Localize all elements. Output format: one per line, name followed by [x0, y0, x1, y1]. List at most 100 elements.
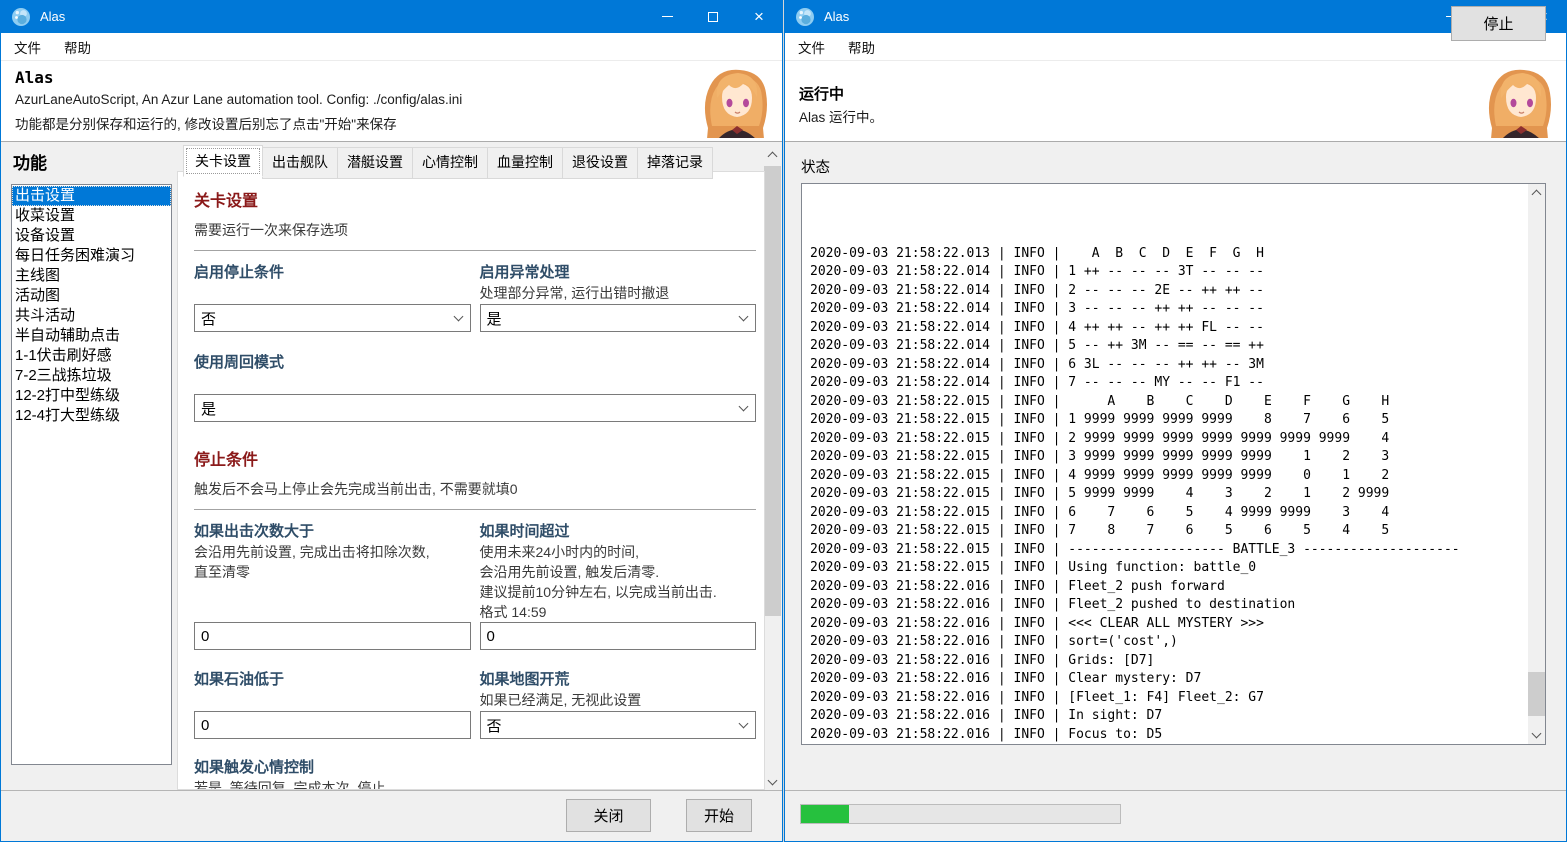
log-line: 2020-09-03 21:58:22.014 | INFO | 7 -- --… — [810, 375, 1264, 390]
enable-stop-select[interactable]: 否 — [194, 304, 471, 332]
log-line: 2020-09-03 21:58:22.016 | INFO | Clear m… — [810, 671, 1202, 686]
sidebar-item[interactable]: 每日任务困难演习 — [12, 246, 171, 266]
titlebar[interactable]: Alas × — [1, 0, 782, 33]
enable-stop-label: 启用停止条件 — [194, 264, 285, 281]
app-title: Alas — [15, 68, 54, 87]
app-header: Alas AzurLaneAutoScript, An Azur Lane au… — [1, 61, 782, 142]
tabbar: 关卡设置 出击舰队 潜艇设置 心情控制 血量控制 退役设置 掉落记录 — [183, 145, 713, 179]
maximize-icon — [708, 11, 718, 22]
panel-scrollbar[interactable] — [764, 146, 781, 791]
menu-file[interactable]: 文件 — [798, 37, 825, 57]
emergency-select[interactable]: 是 — [479, 304, 756, 332]
sidebar-item[interactable]: 12-4打大型练级 — [12, 406, 171, 426]
menu-help[interactable]: 帮助 — [64, 37, 91, 57]
time-over-input[interactable] — [479, 622, 756, 650]
loop-mode-desc — [194, 373, 756, 394]
tab[interactable]: 潜艇设置 — [337, 147, 413, 179]
chevron-down-icon — [738, 718, 749, 728]
tab[interactable]: 掉落记录 — [637, 147, 713, 179]
scrollbar-thumb[interactable] — [1528, 672, 1545, 716]
oil-low-desc — [194, 690, 471, 711]
close-button[interactable]: × — [736, 0, 782, 33]
minimize-icon — [661, 16, 673, 17]
section-title: 关卡设置 — [194, 193, 259, 210]
oil-low-input[interactable] — [194, 711, 471, 739]
mood-ctrl-desc: 若是, 等待回复, 完成本次, 停止 — [194, 780, 386, 790]
sidebar-item[interactable]: 主线图 — [12, 266, 171, 286]
start-button[interactable]: 开始 — [686, 799, 752, 832]
settings-window: Alas × 文件 帮助 Alas AzurLaneAutoScript, An… — [0, 0, 783, 842]
titlebar[interactable]: Alas × — [785, 0, 1566, 33]
tab[interactable]: 心情控制 — [412, 147, 488, 179]
map-clear-select[interactable]: 否 — [479, 711, 756, 739]
app-header: 运行中 Alas 运行中。 — [785, 61, 1566, 142]
count-gt-desc: 会沿用先前设置, 完成出击将扣除次数, 直至清零 — [194, 544, 430, 580]
sidebar-item[interactable]: 活动图 — [12, 286, 171, 306]
menu-help[interactable]: 帮助 — [848, 37, 875, 57]
footer-bar: 关闭 开始 — [1, 790, 782, 841]
scroll-down-icon[interactable] — [764, 774, 781, 791]
log-line: 2020-09-03 21:58:22.013 | INFO | A B C D… — [810, 245, 1264, 261]
log-line: 2020-09-03 21:58:22.014 | INFO | 2 -- --… — [810, 282, 1264, 298]
log-line: 2020-09-03 21:58:22.014 | INFO | 4 ++ ++… — [810, 319, 1264, 335]
enable-stop-desc — [194, 283, 471, 304]
scroll-up-icon[interactable] — [1528, 184, 1545, 201]
tab[interactable]: 血量控制 — [487, 147, 563, 179]
run-status-subtitle: Alas 运行中。 — [799, 110, 884, 125]
sidebar-item[interactable]: 半自动辅助点击 — [12, 326, 171, 346]
chevron-down-icon — [738, 401, 749, 411]
log-line: 2020-09-03 21:58:22.016 | INFO | <<< CLE… — [810, 615, 1264, 631]
log-line: 2020-09-03 21:58:22.016 | INFO | [Fleet_… — [810, 689, 1264, 705]
close-icon: × — [754, 7, 764, 26]
maximize-button[interactable] — [690, 0, 736, 33]
app-subtitle: AzurLaneAutoScript, An Azur Lane automat… — [15, 92, 463, 107]
stop-button[interactable]: 停止 — [1451, 6, 1546, 41]
log-line: 2020-09-03 21:58:22.015 | INFO | 7 8 7 6… — [810, 523, 1390, 538]
tab[interactable]: 出击舰队 — [262, 147, 338, 179]
log-line: 2020-09-03 21:58:22.014 | INFO | 3 -- --… — [810, 301, 1264, 316]
scrollbar-thumb[interactable] — [764, 166, 781, 616]
app-note: 功能都是分别保存和运行的, 修改设置后别忘了点击"开始"来保存 — [15, 117, 397, 132]
menu-file[interactable]: 文件 — [14, 37, 41, 57]
app-logo-icon — [795, 7, 815, 27]
close-app-button[interactable]: 关闭 — [566, 799, 651, 832]
loop-mode-select[interactable]: 是 — [194, 394, 756, 422]
sidebar-item[interactable]: 7-2三战拣垃圾 — [12, 366, 171, 386]
log-line: 2020-09-03 21:58:22.015 | INFO | A B C D… — [810, 393, 1390, 409]
sidebar-item[interactable]: 收菜设置 — [12, 206, 171, 226]
log-line: 2020-09-03 21:58:22.015 | INFO | 3 9999 … — [810, 449, 1390, 464]
emergency-label: 启用异常处理 — [479, 264, 570, 281]
oil-low-label: 如果石油低于 — [194, 671, 285, 688]
avatar — [1484, 66, 1556, 138]
log-scrollbar[interactable] — [1528, 184, 1545, 744]
settings-panel: 关卡设置 需要运行一次来保存选项 启用停止条件 启用异常处理 处理部分异常, 运… — [177, 171, 765, 790]
function-listbox: 出击设置 收菜设置 设备设置 每日任务困难演习 主线图 活动图 共斗活动 半自动… — [11, 184, 172, 765]
sidebar-item[interactable]: 12-2打中型练级 — [12, 386, 171, 406]
scroll-down-icon[interactable] — [1528, 727, 1545, 744]
scroll-up-icon[interactable] — [764, 146, 781, 163]
log-line: 2020-09-03 21:58:22.016 | INFO | Fleet_2… — [810, 578, 1225, 594]
sidebar-heading: 功能 — [13, 154, 47, 173]
section-desc: 需要运行一次来保存选项 — [194, 222, 348, 238]
log-line: 2020-09-03 21:58:22.016 | INFO | sort=('… — [810, 634, 1178, 649]
map-clear-desc: 如果已经满足, 无视此设置 — [479, 692, 642, 708]
time-over-desc: 使用未来24小时内的时间, 会沿用先前设置, 触发后清零. 建议提前10分钟左右… — [479, 544, 717, 620]
sidebar-item[interactable]: 1-1伏击刷好感 — [12, 346, 171, 366]
map-clear-label: 如果地图开荒 — [479, 671, 570, 688]
log-line: 2020-09-03 21:58:22.016 | INFO | Fleet_2… — [810, 597, 1296, 612]
sidebar-item[interactable]: 共斗活动 — [12, 306, 171, 326]
log-line: 2020-09-03 21:58:22.016 | INFO | In sigh… — [810, 708, 1163, 723]
app-logo-icon — [11, 7, 31, 27]
chevron-down-icon — [453, 311, 463, 321]
count-gt-input[interactable] — [194, 622, 471, 650]
tab[interactable]: 退役设置 — [562, 147, 638, 179]
divider — [194, 509, 756, 510]
progress-bar — [800, 804, 1121, 824]
log-line: 2020-09-03 21:58:22.015 | INFO | 5 9999 … — [810, 486, 1390, 501]
section-desc: 触发后不会马上停止会先完成当前出击, 不需要就填0 — [194, 481, 518, 497]
sidebar-item[interactable]: 设备设置 — [12, 226, 171, 246]
tab[interactable]: 关卡设置 — [183, 145, 263, 177]
log-line: 2020-09-03 21:58:22.016 | INFO | Focus t… — [810, 726, 1163, 742]
minimize-button[interactable] — [644, 0, 690, 33]
sidebar-item[interactable]: 出击设置 — [12, 186, 171, 206]
